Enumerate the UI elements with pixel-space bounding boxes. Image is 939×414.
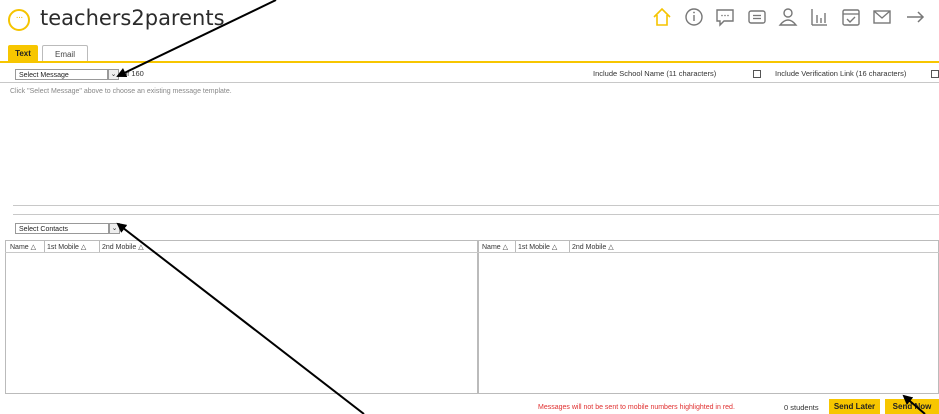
logo-icon: ··· bbox=[8, 9, 30, 31]
include-school-checkbox[interactable] bbox=[753, 70, 761, 78]
send-later-button[interactable]: Send Later bbox=[829, 399, 880, 414]
tab-text[interactable]: Text bbox=[8, 45, 38, 62]
column-header-1st-mobile[interactable]: 1st Mobile △ bbox=[518, 243, 557, 251]
column-header-2nd-mobile[interactable]: 2nd Mobile △ bbox=[572, 243, 614, 251]
column-header-2nd-mobile[interactable]: 2nd Mobile △ bbox=[102, 243, 144, 251]
recipients-list-panel[interactable] bbox=[478, 240, 939, 394]
user-icon[interactable] bbox=[777, 6, 799, 28]
send-now-button[interactable]: Send Now bbox=[885, 399, 939, 414]
divider bbox=[515, 241, 516, 252]
column-header-name[interactable]: Name △ bbox=[10, 243, 36, 251]
chart-icon[interactable] bbox=[808, 6, 830, 28]
include-verification-checkbox[interactable] bbox=[931, 70, 939, 78]
include-school-label: Include School Name (11 characters) bbox=[593, 69, 717, 78]
select-message-dropdown[interactable]: Select Message bbox=[15, 69, 108, 80]
divider bbox=[0, 82, 939, 83]
divider bbox=[44, 241, 45, 252]
divider bbox=[13, 214, 939, 215]
column-header-name[interactable]: Name △ bbox=[482, 243, 508, 251]
message-icon[interactable] bbox=[746, 6, 768, 28]
message-char-count: of 160 bbox=[123, 69, 144, 78]
message-textarea[interactable] bbox=[0, 84, 939, 205]
select-message-arrow-icon[interactable]: ⌄ bbox=[108, 69, 119, 80]
info-icon[interactable] bbox=[683, 6, 705, 28]
column-header-1st-mobile[interactable]: 1st Mobile △ bbox=[47, 243, 86, 251]
tab-underline bbox=[0, 61, 939, 63]
contacts-list-panel[interactable] bbox=[5, 240, 478, 394]
calendar-check-icon[interactable] bbox=[840, 6, 862, 28]
divider bbox=[99, 241, 100, 252]
tab-email[interactable]: Email bbox=[42, 45, 88, 62]
divider bbox=[478, 252, 939, 253]
chat-icon[interactable] bbox=[714, 6, 736, 28]
divider bbox=[13, 205, 939, 206]
mail-icon[interactable] bbox=[871, 6, 893, 28]
select-contacts-dropdown[interactable]: Select Contacts bbox=[15, 223, 109, 234]
student-count: 0 students bbox=[784, 403, 819, 412]
divider bbox=[569, 241, 570, 252]
divider bbox=[5, 252, 478, 253]
select-contacts-arrow-icon[interactable]: ⌄ bbox=[109, 223, 120, 234]
logout-arrow-icon[interactable] bbox=[904, 6, 926, 28]
include-verification-label: Include Verification Link (16 characters… bbox=[775, 69, 907, 78]
brand-title: teachers2parents bbox=[40, 6, 225, 30]
red-numbers-warning: Messages will not be sent to mobile numb… bbox=[538, 404, 735, 411]
home-icon[interactable] bbox=[651, 6, 673, 28]
